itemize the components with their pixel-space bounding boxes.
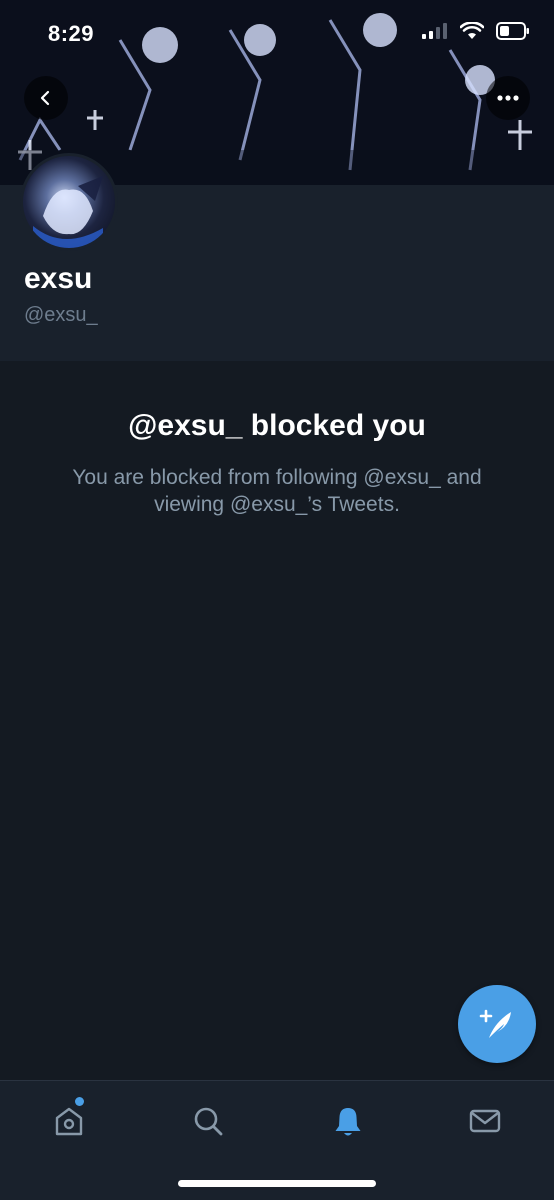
more-options-button[interactable] — [486, 76, 530, 120]
display-name: exsu — [24, 262, 93, 295]
cellular-signal-icon — [422, 23, 447, 39]
tab-home[interactable] — [47, 1097, 91, 1143]
blocked-title: @exsu_ blocked you — [128, 409, 426, 442]
status-time: 8:29 — [48, 21, 95, 46]
avatar[interactable] — [20, 153, 118, 251]
more-horizontal-icon — [497, 95, 519, 101]
home-indicator[interactable] — [178, 1180, 376, 1187]
avatar-image — [33, 176, 103, 248]
search-icon — [194, 1107, 223, 1136]
bell-icon — [335, 1108, 361, 1136]
tab-notifications[interactable] — [326, 1099, 370, 1143]
compose-tweet-icon — [479, 1009, 511, 1038]
chevron-left-icon — [40, 90, 50, 106]
battery-icon — [496, 22, 529, 40]
status-bar: 8:29 — [0, 0, 554, 70]
mail-icon — [469, 1109, 501, 1133]
tab-messages[interactable] — [463, 1099, 507, 1143]
status-icons — [422, 22, 530, 40]
tab-search[interactable] — [186, 1099, 230, 1143]
blocked-description: You are blocked from following @exsu_ an… — [72, 466, 482, 516]
compose-tweet-button[interactable] — [458, 985, 536, 1063]
new-tweets-indicator — [75, 1097, 84, 1106]
back-button[interactable] — [24, 76, 68, 120]
home-icon — [55, 1107, 83, 1136]
wifi-icon — [460, 22, 484, 39]
blocked-notice: @exsu_ blocked you You are blocked from … — [0, 361, 554, 1080]
profile-handle: @exsu_ — [24, 304, 98, 326]
